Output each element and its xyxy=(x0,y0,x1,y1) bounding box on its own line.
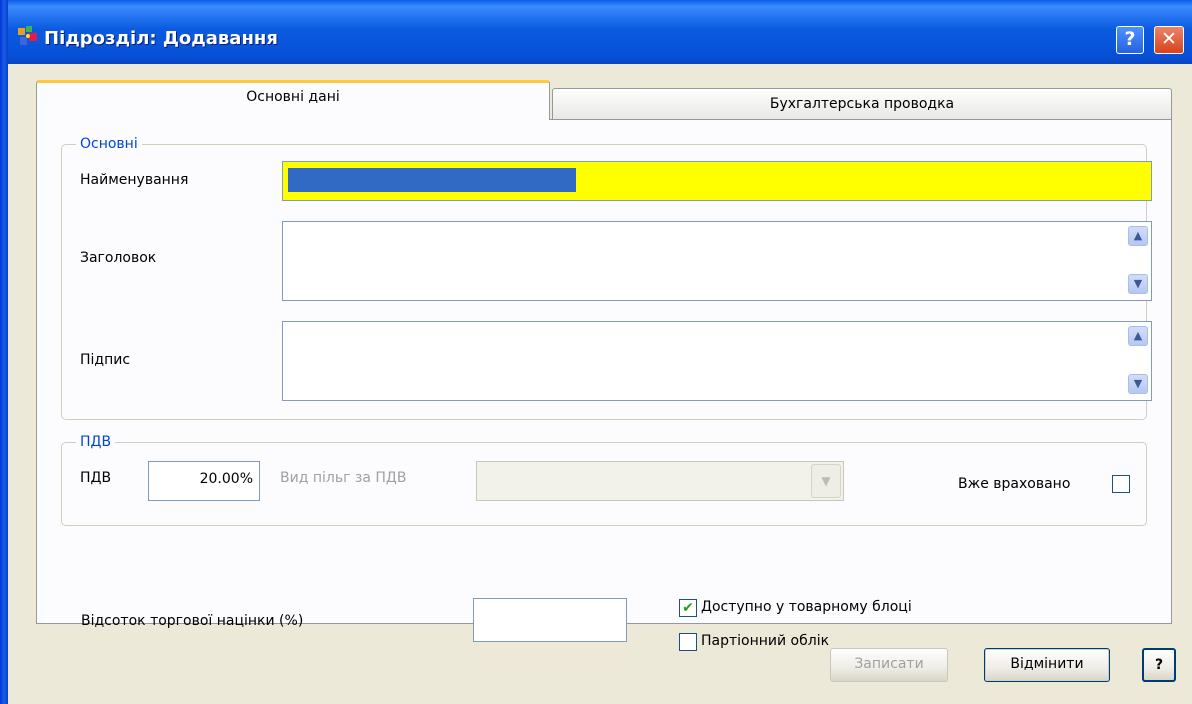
group-vat: ПДВ ПДВ 20.00% Вид пільг за ПДВ ▼ Вже вр… xyxy=(61,433,1147,526)
vat-label: ПДВ xyxy=(80,470,112,486)
vat-benefit-label: Вид пільг за ПДВ xyxy=(280,470,407,486)
cancel-button[interactable]: Відмінити xyxy=(984,648,1110,682)
markup-label-text: Відсоток торгової націнки (%) xyxy=(81,613,304,629)
window-title: Підрозділ: Додавання xyxy=(44,28,278,49)
tab-main-data[interactable]: Основні дані xyxy=(36,80,550,120)
name-input-selection xyxy=(288,168,576,192)
header-label: Заголовок xyxy=(80,250,157,266)
batch-accounting-checkbox[interactable] xyxy=(679,633,697,651)
batch-accounting-label: Партіонний облік xyxy=(701,633,830,649)
vat-benefit-select[interactable]: ▼ xyxy=(476,461,844,501)
scroll-up-icon[interactable]: ▲ xyxy=(1128,226,1148,246)
available-checkbox[interactable]: ✔ xyxy=(679,599,697,617)
help-icon[interactable]: ? xyxy=(1116,26,1144,54)
scroll-up-icon[interactable]: ▲ xyxy=(1128,326,1148,346)
dropdown-arrow-icon[interactable]: ▼ xyxy=(811,464,841,498)
group-main-legend: Основні xyxy=(76,135,142,153)
already-counted-checkbox[interactable] xyxy=(1112,475,1130,493)
save-button[interactable]: Записати xyxy=(830,648,948,682)
dialog-body: Основні дані Бухгалтерська проводка Осно… xyxy=(8,64,1192,704)
checkmark-icon: ✔ xyxy=(682,600,694,616)
scroll-down-icon[interactable]: ▼ xyxy=(1128,274,1148,294)
header-textarea[interactable]: ▲ ▼ xyxy=(282,221,1152,301)
scroll-down-icon[interactable]: ▼ xyxy=(1128,374,1148,394)
tab-accounting-entry[interactable]: Бухгалтерська проводка xyxy=(552,88,1172,120)
signature-label: Підпис xyxy=(80,352,131,368)
title-bar[interactable]: Підрозділ: Додавання ? ✕ xyxy=(8,0,1192,64)
name-input[interactable] xyxy=(282,161,1152,201)
close-icon[interactable]: ✕ xyxy=(1154,26,1184,54)
tab-panel-main-data: Основні Найменування Заголовок ▲ ▼ Підпи… xyxy=(36,119,1172,651)
markup-input[interactable] xyxy=(473,598,627,642)
available-label: Доступно у товарному блоці xyxy=(701,599,912,615)
signature-textarea[interactable]: ▲ ▼ xyxy=(282,321,1152,401)
group-main: Основні Найменування Заголовок ▲ ▼ Підпи… xyxy=(61,135,1152,420)
name-label: Найменування xyxy=(80,172,189,188)
group-vat-legend: ПДВ xyxy=(76,433,116,451)
window-frame-left xyxy=(0,0,8,704)
vat-input[interactable]: 20.00% xyxy=(148,461,260,501)
app-icon xyxy=(16,24,40,48)
already-counted-label: Вже враховано xyxy=(958,476,1071,492)
help-button[interactable]: ? xyxy=(1142,648,1176,682)
